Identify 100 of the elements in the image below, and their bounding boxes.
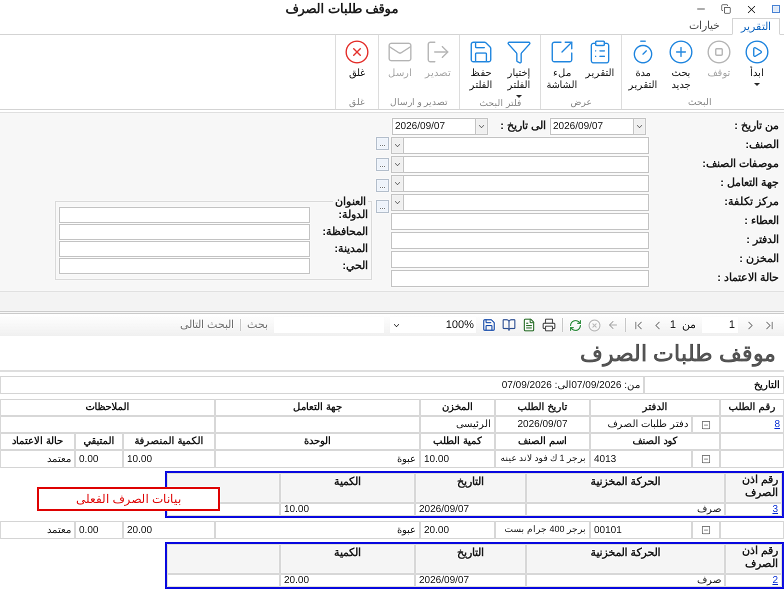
- field-label: العطاء :: [743, 214, 779, 230]
- header-cell: التاريخ: [415, 473, 526, 503]
- header-cell: حالة الاعتماد: [0, 433, 75, 450]
- combo-field[interactable]: [391, 156, 649, 173]
- text-field[interactable]: [391, 232, 649, 249]
- dropdown-icon: [475, 119, 487, 134]
- field-label: الى تاريخ :: [499, 119, 547, 134]
- header-cell: المتبقي: [75, 433, 123, 450]
- field-label: مركز تكلفة:: [723, 195, 779, 210]
- header-cell: كمية الطلب: [420, 433, 495, 450]
- ribbon-button[interactable]: غلق: [338, 35, 376, 97]
- collapse-icon[interactable]: [701, 454, 711, 464]
- ribbon-button[interactable]: إختيار الفلتر: [500, 35, 538, 98]
- table-cell: صرف: [526, 574, 725, 587]
- field-label: الدولة:: [337, 208, 368, 223]
- refresh-icon[interactable]: [568, 318, 582, 332]
- date-field[interactable]: 2026/09/07: [392, 118, 488, 135]
- field-label: المحافظة:: [321, 224, 368, 240]
- table-cell: دفتر طلبات الصرف: [590, 416, 692, 433]
- text-field[interactable]: [391, 270, 649, 287]
- export-icon[interactable]: [482, 318, 496, 332]
- text-field[interactable]: [391, 251, 649, 268]
- zoom-select[interactable]: 100%: [390, 317, 476, 333]
- field-label: الحي:: [341, 258, 368, 274]
- header-cell: رقم اذن الصرف: [725, 544, 782, 574]
- collapse-icon[interactable]: [701, 420, 711, 430]
- close-icon: [344, 39, 370, 65]
- text-field[interactable]: [391, 213, 649, 230]
- dropdown-icon: [392, 157, 404, 172]
- back-icon[interactable]: [606, 319, 619, 331]
- header-cell: التاريخ: [644, 376, 784, 394]
- table-cell: 0.00: [75, 450, 123, 468]
- field-label: حالة الاعتماد :: [716, 271, 779, 286]
- find-link[interactable]: بحث: [246, 316, 268, 334]
- page-of-label: من: [682, 318, 696, 333]
- issue-link[interactable]: 3: [725, 503, 782, 516]
- print-icon[interactable]: [542, 318, 556, 332]
- table-cell: 2026/09/07: [415, 503, 526, 516]
- table-cell: معتمد: [0, 521, 75, 539]
- ribbon-button[interactable]: مدة التقرير: [624, 35, 662, 97]
- first-page-icon[interactable]: [763, 318, 776, 332]
- header-cell: رقم الطلب: [720, 399, 784, 416]
- header-cell: الحركة المخزنية: [526, 544, 725, 574]
- ribbon-button[interactable]: ابدأ: [738, 35, 776, 97]
- ribbon-tab[interactable]: خيارات: [681, 18, 728, 35]
- play-icon: [744, 39, 770, 65]
- ribbon-button[interactable]: ملء الشاشة: [543, 35, 581, 97]
- page-setup-icon[interactable]: [522, 318, 536, 332]
- field-label: موصفات الصنف:: [701, 157, 779, 172]
- combo-field[interactable]: [391, 194, 649, 211]
- field-label: المخزن :: [738, 252, 779, 268]
- table-cell: برجر 1 ك فود لاند عينه: [495, 450, 590, 468]
- header-cell: الدفتر: [590, 399, 720, 416]
- group-label: البحث: [688, 97, 712, 109]
- combo-field[interactable]: [391, 175, 649, 192]
- funnel-icon: [506, 39, 532, 65]
- ribbon-button[interactable]: بحث جديد: [662, 35, 700, 97]
- table-cell: [720, 433, 784, 450]
- header-cell: تاريخ الطلب: [495, 399, 590, 416]
- date-field[interactable]: 2026/09/07: [550, 118, 646, 135]
- text-field[interactable]: [59, 224, 310, 240]
- stop-icon: [706, 39, 732, 65]
- find-next-link[interactable]: البحث التالى: [180, 316, 234, 334]
- combo-field[interactable]: [391, 137, 649, 154]
- table-cell: 20.00: [123, 521, 215, 539]
- restore-icon[interactable]: [721, 4, 731, 14]
- print-layout-icon[interactable]: [502, 318, 516, 332]
- table-cell: 20.00: [420, 521, 495, 539]
- header-cell: الكمية المنصرفة: [123, 433, 215, 450]
- collapse-icon[interactable]: [701, 525, 711, 535]
- table-cell: عبوة: [215, 521, 420, 539]
- field-label: المدينة:: [333, 242, 368, 257]
- ribbon-button[interactable]: التقرير: [581, 35, 619, 97]
- table-cell: من: 07/09/2026الى: 07/09/2026: [0, 376, 644, 394]
- header-cell: جهة التعامل: [215, 399, 420, 416]
- text-field[interactable]: [59, 258, 310, 274]
- field-label: جهة التعامل :: [719, 176, 779, 192]
- header-cell: المخزن: [420, 399, 495, 416]
- table-cell: 10.00: [123, 450, 215, 468]
- order-link[interactable]: 8: [720, 416, 784, 433]
- field-label: الصنف:: [744, 138, 779, 154]
- group-label: فلتر البحث: [479, 98, 521, 110]
- issue-link[interactable]: 2: [725, 574, 782, 587]
- text-field[interactable]: [59, 241, 310, 257]
- table-cell: 10.00: [280, 503, 415, 516]
- header-cell: الحركة المخزنية: [526, 473, 725, 503]
- table-cell: معتمد: [0, 450, 75, 468]
- text-field[interactable]: [59, 207, 310, 223]
- page-number-field[interactable]: 1: [702, 317, 738, 333]
- ribbon-button[interactable]: حفظ الفلتر: [462, 35, 500, 98]
- expand-icon: [549, 39, 575, 65]
- header-cell: الوحدة: [215, 433, 420, 450]
- header-cell: اسم الصنف: [495, 433, 590, 450]
- ribbon-tab[interactable]: التقرير: [732, 18, 780, 35]
- group-label: عرض: [570, 97, 592, 109]
- group-label: تصدير و ارسال: [390, 97, 448, 109]
- stop-icon[interactable]: [588, 318, 601, 332]
- dropdown-icon: [392, 176, 404, 191]
- group-title: العنوان: [335, 196, 366, 208]
- table-cell: 2026/09/07: [495, 416, 590, 433]
